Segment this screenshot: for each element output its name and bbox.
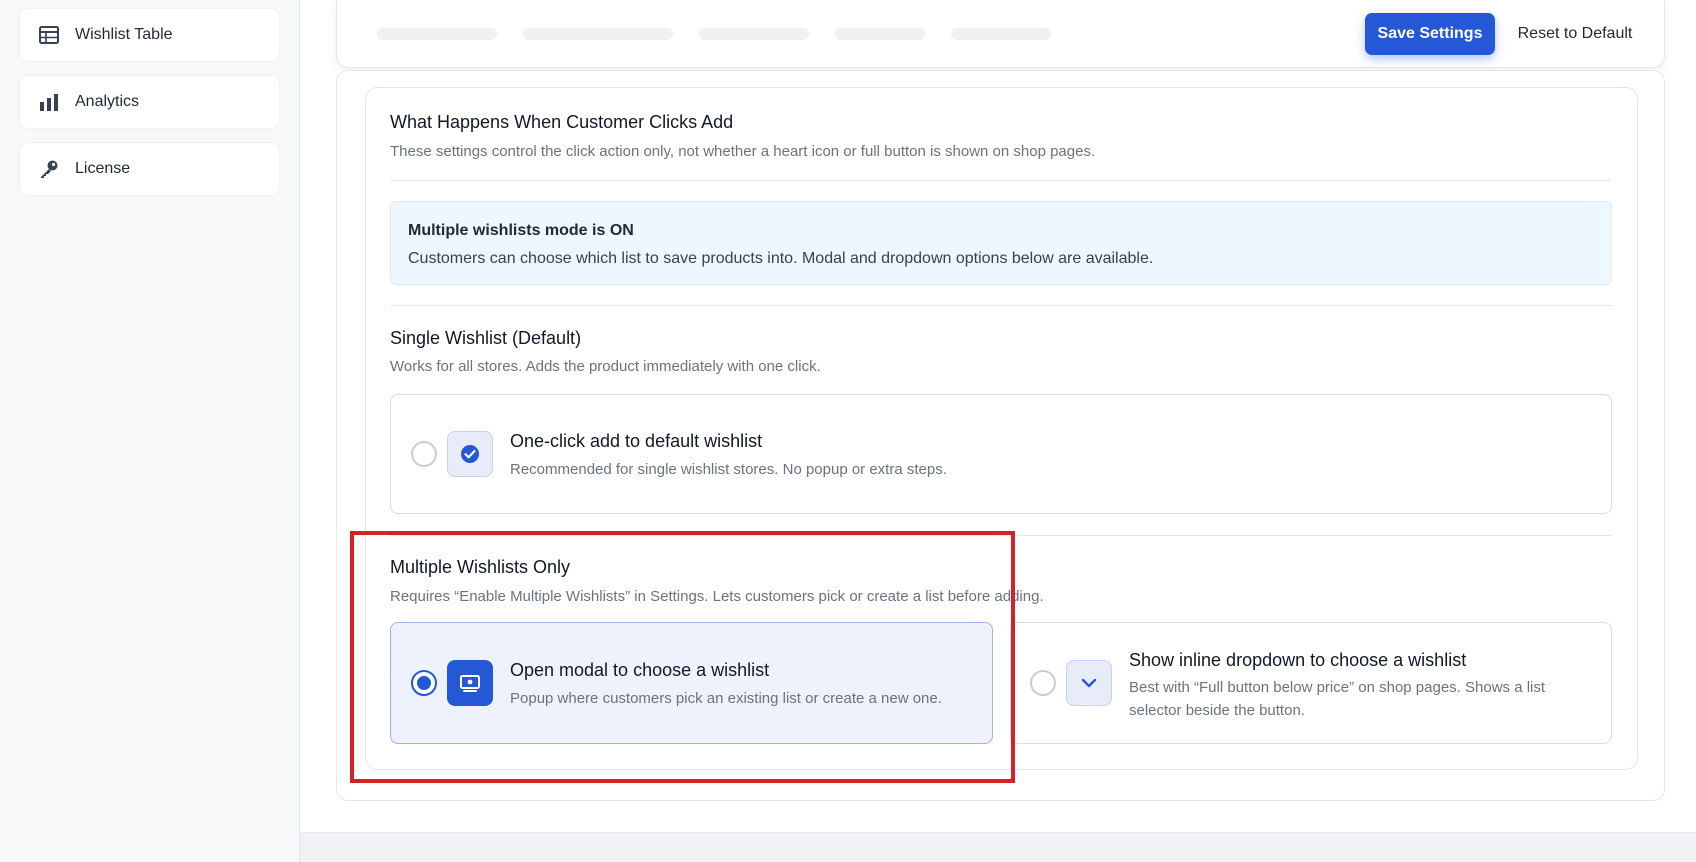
sidebar-item-label: Analytics — [75, 93, 140, 110]
option-title: Show inline dropdown to choose a wishlis… — [1129, 650, 1467, 670]
sidebar-item-license[interactable]: License — [20, 143, 279, 195]
single-wishlist-description: Works for all stores. Adds the product i… — [390, 358, 821, 375]
sidebar: Wishlist Table Analytics License — [0, 0, 300, 862]
header-tabs-placeholder — [377, 28, 1051, 40]
chevron-down-icon — [1066, 660, 1112, 706]
option-description: Recommended for single wishlist stores. … — [510, 461, 947, 478]
option-description: Best with “Full button below price” on s… — [1129, 679, 1546, 719]
footer-strip — [300, 832, 1696, 862]
multiple-wishlists-title: Multiple Wishlists Only — [390, 557, 571, 577]
divider — [390, 180, 1612, 181]
section-title: What Happens When Customer Clicks Add — [390, 112, 734, 132]
section-description: These settings control the click action … — [390, 143, 1096, 160]
option-title: One-click add to default wishlist — [510, 431, 763, 451]
sidebar-item-analytics[interactable]: Analytics — [20, 76, 279, 128]
option-description: Popup where customers pick an existing l… — [510, 690, 942, 707]
check-icon — [447, 431, 493, 477]
multiple-wishlists-description: Requires “Enable Multiple Wishlists” in … — [390, 588, 1044, 605]
bar-chart-icon — [38, 91, 60, 113]
key-icon — [38, 158, 60, 180]
option-title: Open modal to choose a wishlist — [510, 660, 770, 680]
reset-to-default-button[interactable]: Reset to Default — [1505, 13, 1645, 55]
info-notice: Multiple wishlists mode is ON Customers … — [390, 201, 1612, 285]
option-inline-dropdown[interactable]: Show inline dropdown to choose a wishlis… — [1010, 622, 1612, 744]
divider — [390, 535, 1612, 536]
save-settings-button[interactable]: Save Settings — [1365, 13, 1495, 55]
table-icon — [38, 24, 60, 46]
radio-button[interactable] — [411, 441, 437, 467]
info-title: Multiple wishlists mode is ON — [408, 222, 634, 239]
single-wishlist-title: Single Wishlist (Default) — [390, 328, 582, 348]
option-open-modal[interactable]: Open modal to choose a wishlist Popup wh… — [390, 622, 993, 744]
sidebar-item-label: Wishlist Table — [75, 26, 173, 43]
option-one-click-add[interactable]: One-click add to default wishlist Recomm… — [390, 394, 1612, 514]
radio-button[interactable] — [1030, 670, 1056, 696]
sidebar-item-label: License — [75, 160, 131, 177]
info-text: Customers can choose which list to save … — [408, 250, 1154, 267]
radio-button-selected[interactable] — [411, 670, 437, 696]
divider — [390, 305, 1612, 306]
modal-icon — [447, 660, 493, 706]
sidebar-item-wishlist-table[interactable]: Wishlist Table — [20, 9, 279, 61]
